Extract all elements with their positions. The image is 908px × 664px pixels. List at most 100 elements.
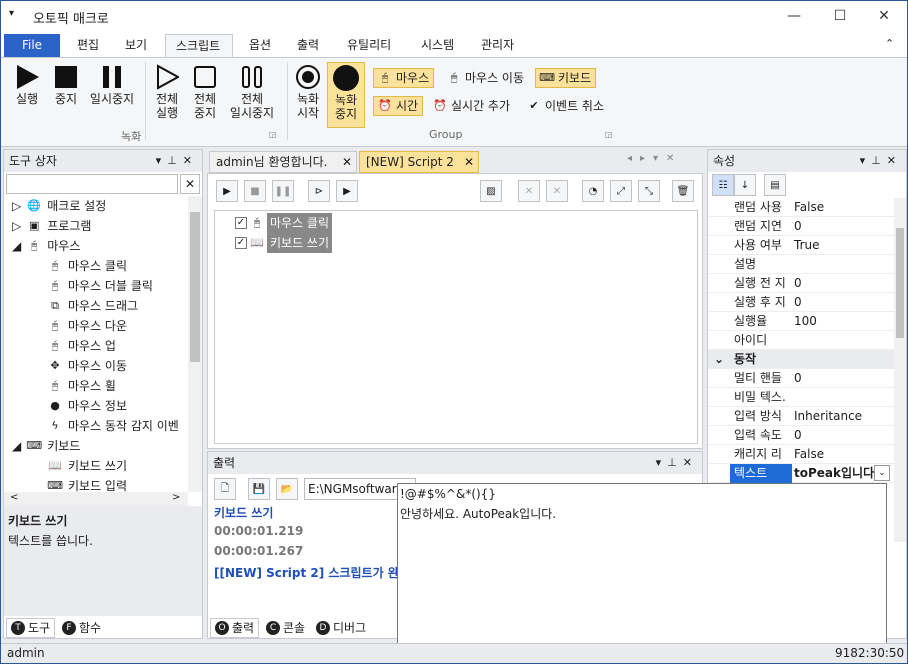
realtime-add-toggle[interactable]: ⏰ 실시간 추가 — [429, 96, 514, 116]
tab-debug[interactable]: D 디버그 — [312, 618, 370, 638]
toolbox-scrollbar[interactable] — [188, 196, 202, 492]
mouse-up-icon: 🖰 — [51, 339, 59, 352]
collapse-arrow-icon: ◢ — [12, 239, 22, 253]
checkbox-checked-icon: ✓ — [235, 237, 247, 249]
output-save-icon[interactable]: 💾 — [248, 478, 270, 500]
tab-script[interactable]: 스크립트 — [165, 34, 233, 57]
expand-icon[interactable]: ◲ — [269, 130, 277, 139]
tab-options[interactable]: 옵션 — [239, 34, 281, 57]
functions-icon: F — [62, 621, 76, 635]
pause-all-button[interactable]: 전체 일시중지 — [227, 62, 277, 120]
categorized-view-icon[interactable]: ☷ — [712, 174, 734, 196]
tree-item[interactable]: 🖰 마우스 다운 — [48, 316, 127, 336]
toolbar-step-icon[interactable]: ⊳ — [308, 180, 330, 202]
close-button[interactable]: ✕ — [861, 1, 907, 31]
tree-item[interactable]: 📖 키보드 쓰기 — [48, 456, 127, 476]
panel-buttons[interactable]: ▾⊥✕ — [860, 150, 902, 172]
toolbar-trash-icon[interactable]: 🗑 — [672, 180, 694, 202]
tree-item[interactable]: ϟ 마우스 동작 감지 이벤 — [48, 416, 178, 436]
script-editor: ▶ ■ ❚❚ ⊳ ▶ ▨ ✕ ✕ ◔ ⤢ ⤡ 🗑 ✓ 🖰 마우스 클릭 ✓ 📖 키보드 … — [207, 173, 703, 449]
collapse-arrow-icon: ◢ — [12, 439, 22, 453]
mouse-info-icon: ● — [50, 399, 60, 412]
toolbar-clock-icon[interactable]: ◔ — [582, 180, 604, 202]
minimize-button[interactable]: — — [771, 1, 817, 31]
record-start-button[interactable]: 녹화 시작 — [291, 62, 325, 120]
time-toggle[interactable]: ⏰ 시간 — [373, 96, 424, 116]
mouse-wheel-icon: 🖰 — [51, 379, 59, 392]
toolbar-pause-icon[interactable]: ❚❚ — [272, 180, 294, 202]
tab-output[interactable]: 출력 — [287, 34, 329, 57]
script-item[interactable]: ✓ 🖰 마우스 클릭 — [235, 213, 333, 233]
app-menu-icon[interactable]: ▾ — [9, 8, 14, 19]
tree-item[interactable]: ✥ 마우스 이동 — [48, 356, 127, 376]
stop-outline-icon — [194, 66, 216, 88]
pause-button[interactable]: 일시중지 — [87, 62, 137, 106]
collapse-ribbon-icon[interactable]: ⌃ — [885, 37, 894, 50]
toolbar-delete-icon[interactable]: ✕ — [518, 180, 540, 202]
tree-item[interactable]: 🖰 마우스 더블 클릭 — [48, 276, 153, 296]
tree-item[interactable]: ▷ ▣ 프로그램 — [12, 216, 91, 236]
toolbar-stop-icon[interactable]: ■ — [244, 180, 266, 202]
tree-item[interactable]: ◢ ⌨ 키보드 — [12, 436, 80, 456]
stop-all-button[interactable]: 전체 중지 — [187, 62, 223, 120]
tab-utility[interactable]: 유틸리티 — [337, 34, 401, 57]
tree-item[interactable]: 🖰 마우스 휠 — [48, 376, 116, 396]
properties-scrollbar[interactable] — [894, 198, 906, 542]
tree-item[interactable]: ⌨ 키보드 입력 — [47, 476, 127, 492]
property-row-selected[interactable]: 텍스트 toPeak입니다. ⌄ — [708, 464, 894, 483]
toolbox-search-input[interactable] — [6, 174, 178, 194]
tree-item[interactable]: 🖰 마우스 클릭 — [48, 256, 127, 276]
toolbox-hscrollbar[interactable]: < > — [4, 492, 188, 506]
tab-file[interactable]: File — [4, 34, 60, 57]
tree-item[interactable]: ▷ 🌐 매크로 설정 — [12, 196, 106, 216]
toolbar-expand-icon[interactable]: ⤢ — [610, 180, 632, 202]
tab-console[interactable]: C 콘솔 — [262, 618, 309, 638]
event-cancel-button[interactable]: ✔ 이벤트 취소 — [523, 96, 608, 116]
tree-item[interactable]: ● 마우스 정보 — [48, 396, 127, 416]
tab-functions[interactable]: F 함수 — [58, 618, 105, 638]
toolbar-run-to-icon[interactable]: ▶ — [336, 180, 358, 202]
tree-item[interactable]: 🖰 마우스 업 — [48, 336, 116, 356]
debug-icon: D — [316, 621, 330, 635]
mouse-move-toggle[interactable]: 🖱 마우스 이동 — [443, 68, 528, 88]
record-icon — [296, 65, 320, 89]
tab-edit[interactable]: 편집 — [67, 34, 109, 57]
toolbar-collapse-icon[interactable]: ⤡ — [638, 180, 660, 202]
text-editor-popup[interactable]: !@#$%^&*(){} 안녕하세요. AutoPeak입니다. — [397, 483, 887, 645]
expand-icon[interactable]: ◲ — [605, 130, 613, 139]
move-arrows-icon: ✥ — [50, 359, 60, 372]
toolbar-image-icon[interactable]: ▨ — [480, 180, 502, 202]
doc-nav-icons[interactable]: ◂▸▾✕ — [627, 153, 682, 164]
maximize-button[interactable]: ☐ — [817, 1, 863, 31]
dropdown-icon: ⌄ — [874, 465, 890, 481]
tab-output-log[interactable]: O 출력 — [210, 618, 260, 638]
stop-button[interactable]: 중지 — [49, 62, 83, 106]
tab-view[interactable]: 보기 — [115, 34, 157, 57]
output-new-icon[interactable]: 🗋 — [214, 478, 236, 500]
alphabetical-view-icon[interactable]: ↓ — [734, 174, 756, 196]
keyboard-toggle[interactable]: ⌨ 키보드 — [535, 68, 597, 88]
toolbar-run-icon[interactable]: ▶ — [216, 180, 238, 202]
run-button[interactable]: 실행 — [9, 62, 45, 106]
property-pages-icon[interactable]: ▤ — [764, 174, 786, 196]
panel-buttons[interactable]: ▾⊥✕ — [656, 452, 698, 474]
run-all-button[interactable]: 전체 실행 — [149, 62, 185, 120]
tab-admin[interactable]: 관리자 — [471, 34, 524, 57]
lightning-icon: ϟ — [51, 419, 59, 432]
toolbar-delete-all-icon[interactable]: ✕ — [546, 180, 568, 202]
output-folder-icon[interactable]: 📂 — [276, 478, 298, 500]
panel-buttons[interactable]: ▾⊥✕ — [156, 150, 198, 172]
script-item[interactable]: ✓ 📖 키보드 쓰기 — [235, 233, 333, 253]
stop-icon — [55, 66, 77, 88]
play-outline-icon — [157, 64, 179, 90]
record-stop-button[interactable]: 녹화 중지 — [327, 62, 365, 128]
tree-item[interactable]: ⧉ 마우스 드래그 — [48, 296, 138, 316]
keyboard-icon: ⌨ — [47, 479, 63, 492]
tab-tools[interactable]: T 도구 — [6, 618, 56, 638]
doc-tab-script2[interactable]: [NEW] Script 2 ✕ — [359, 151, 479, 173]
clear-search-button[interactable]: ✕ — [180, 174, 200, 194]
mouse-toggle[interactable]: 🖰 마우스 — [373, 68, 435, 88]
tree-item[interactable]: ◢ 🖰 마우스 — [12, 236, 80, 256]
tab-system[interactable]: 시스템 — [411, 34, 464, 57]
doc-tab-welcome[interactable]: admin님 환영합니다. ✕ — [209, 151, 357, 173]
